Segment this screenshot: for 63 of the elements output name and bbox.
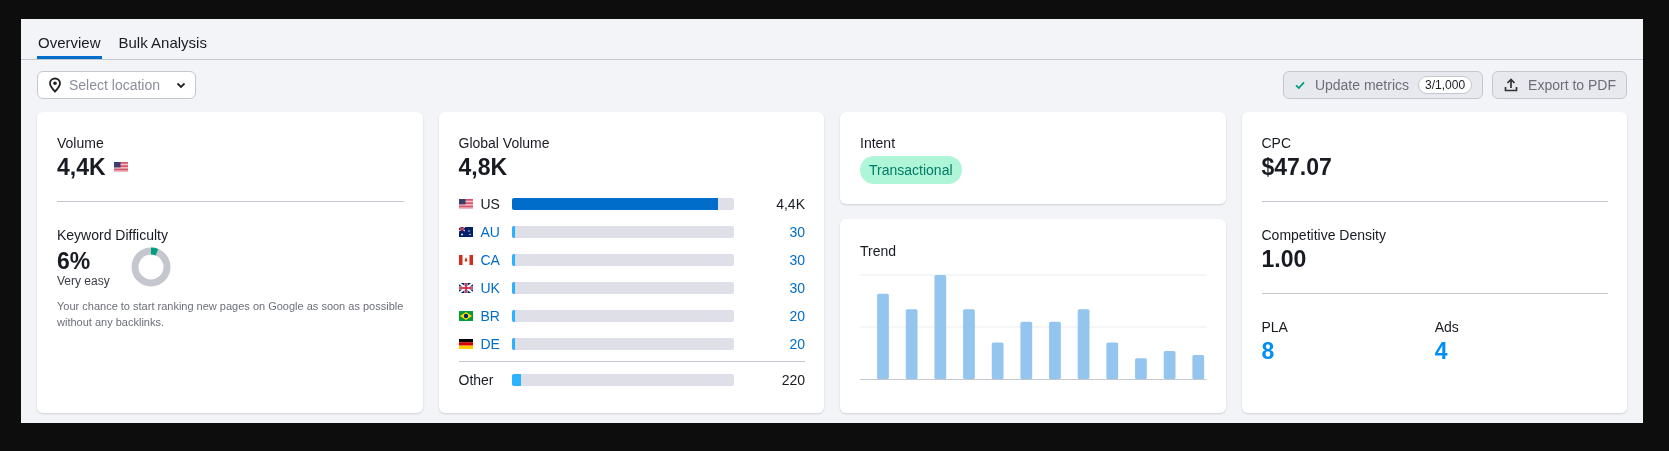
location-select[interactable]: Select location	[37, 71, 196, 99]
export-pdf-button[interactable]: Export to PDF	[1492, 71, 1627, 99]
volume-value: 4,4K	[775, 196, 805, 212]
country-label: Other	[458, 372, 494, 388]
difficulty-rating: Very easy	[57, 274, 110, 288]
metric-value: 4,4K	[57, 153, 106, 182]
trend-bar	[1049, 321, 1061, 379]
volume-link[interactable]: 30	[733, 224, 805, 240]
volume-link[interactable]: 30	[733, 280, 805, 296]
country-link[interactable]: DE	[480, 336, 500, 352]
usage-counter: 3/1,000	[1418, 76, 1473, 94]
metric-label: Trend	[860, 242, 898, 260]
flag-icon	[458, 199, 473, 209]
location-pin-icon	[47, 77, 63, 93]
intent-tag: Transactional	[860, 156, 962, 184]
check-icon	[1293, 79, 1306, 91]
trend-bar	[1106, 342, 1119, 379]
metric-value: 1.00	[1261, 245, 1308, 274]
metric-label: Ads	[1434, 318, 1460, 336]
flag-icon	[458, 255, 473, 265]
tab[interactable]: Bulk Analysis	[117, 19, 208, 59]
button-label: Update metrics	[1314, 77, 1410, 93]
update-metrics-button[interactable]: Update metrics 3/1,000	[1282, 71, 1484, 99]
metric-label: Competitive Density	[1261, 226, 1387, 244]
metric-label: Volume	[57, 134, 105, 152]
trend-bar	[1135, 358, 1147, 379]
metric-label: Global Volume	[458, 134, 551, 152]
metric-label: Keyword Difficulty	[57, 226, 169, 244]
country-link[interactable]: UK	[480, 280, 500, 296]
flag-icon	[458, 283, 473, 293]
trend-bar	[963, 309, 975, 379]
trend-bar	[991, 342, 1004, 379]
metric-label: CPC	[1261, 134, 1293, 152]
metric-link[interactable]: 4	[1434, 336, 1608, 366]
country-link[interactable]: CA	[480, 252, 500, 268]
flag-icon	[458, 227, 473, 237]
flag-icon	[458, 311, 473, 321]
trend-bar	[1077, 309, 1090, 379]
difficulty-donut	[129, 246, 172, 288]
button-label: Export to PDF	[1528, 77, 1616, 93]
metric-link[interactable]: 8	[1261, 336, 1435, 366]
volume-link[interactable]: 30	[733, 252, 805, 268]
flag-icon	[458, 339, 473, 349]
metric-value: 6%	[57, 247, 92, 276]
trend-bar	[1192, 355, 1205, 379]
country-label: US	[480, 196, 500, 212]
flag-icon	[113, 162, 128, 172]
country-link[interactable]: AU	[480, 224, 500, 240]
location-field[interactable]: Select location	[69, 77, 169, 93]
volume-link[interactable]: 20	[733, 336, 805, 352]
trend-bar	[1163, 350, 1176, 379]
volume-value: 220	[780, 372, 805, 388]
metric-label: PLA	[1261, 318, 1289, 336]
country-link[interactable]: BR	[480, 308, 500, 324]
metric-value: $47.07	[1261, 153, 1333, 182]
tab[interactable]: Overview	[37, 19, 102, 59]
trend-bar	[1020, 321, 1033, 379]
trend-bar	[905, 309, 918, 379]
metric-value: 4,8K	[458, 153, 509, 182]
difficulty-description: Your chance to start ranking new pages on Google as soon as possible without any backlinks.	[57, 299, 404, 330]
metric-label: Intent	[860, 134, 897, 152]
volume-link[interactable]: 20	[733, 308, 805, 324]
upload-icon	[1503, 77, 1520, 93]
